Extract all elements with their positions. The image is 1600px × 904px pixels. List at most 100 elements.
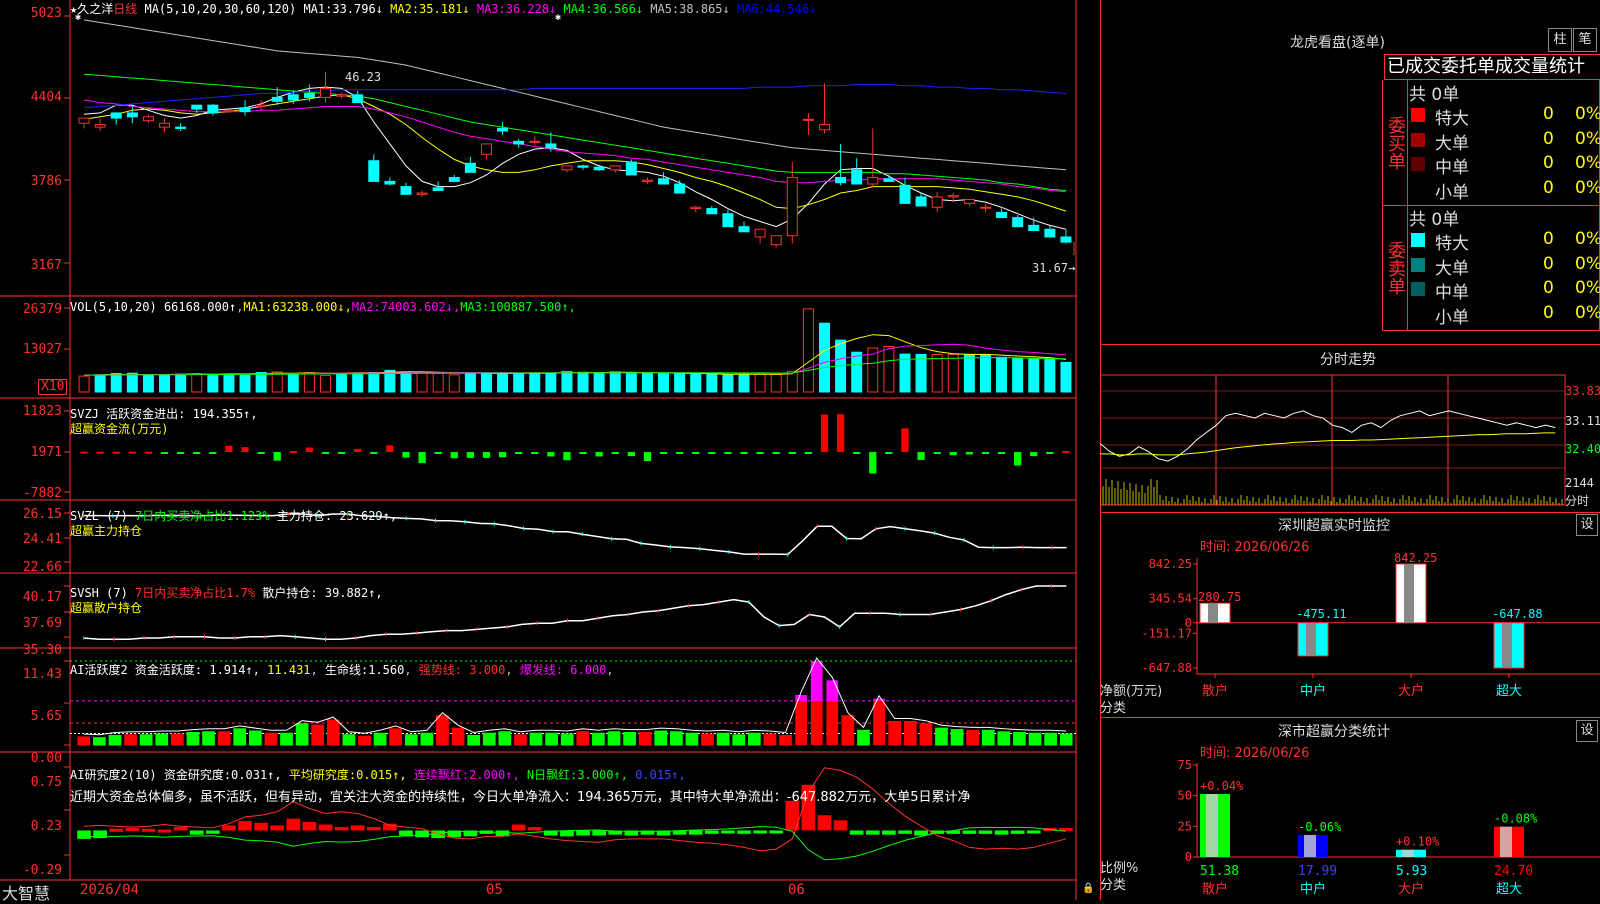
- activity-bar: [623, 732, 636, 746]
- fund-flow-bar: [209, 452, 217, 454]
- candle: [947, 195, 959, 198]
- ai-research-value: 3.000↑,: [577, 768, 628, 782]
- ai-active-title: AI活跃度2 资金活跃度:: [70, 663, 203, 677]
- candle: [432, 187, 444, 191]
- lock-icon[interactable]: 🔒: [1082, 883, 1094, 894]
- volume-bar: [979, 354, 991, 393]
- vol-tick: 13027: [22, 342, 62, 357]
- candle: [963, 199, 975, 204]
- volume-bar: [883, 345, 895, 393]
- order-pct: 0%: [1575, 229, 1600, 249]
- activity-bar: [171, 733, 184, 746]
- vol-unit-badge[interactable]: X10: [38, 379, 68, 395]
- life-value: 1.560: [368, 663, 405, 677]
- price-tick: 3786: [30, 174, 62, 189]
- activity-bar: [482, 732, 496, 746]
- candle: [674, 183, 686, 194]
- svzl-tick: 26.15: [22, 507, 62, 522]
- activity-bar: [576, 731, 590, 746]
- volume-bar: [819, 322, 830, 393]
- fund-flow-bar: [273, 452, 281, 461]
- volume-bar: [996, 356, 1008, 393]
- ma-label: MA4:: [556, 2, 593, 16]
- volume-bar: [336, 373, 348, 393]
- color-swatch: [1411, 282, 1425, 296]
- research-bar: [222, 825, 236, 831]
- order-count: 0: [1543, 278, 1554, 298]
- stats-y-tick: 0: [1185, 850, 1192, 864]
- activity-bar: [389, 728, 403, 746]
- low-annotation: 31.67→: [1032, 261, 1076, 275]
- sz-monitor-chart[interactable]: 842.25345.540-151.17-647.88280.75散户-475.…: [1100, 550, 1600, 720]
- net-amount-label: 842.25: [1394, 551, 1437, 565]
- dragon-tiger-subtitle: 已成交委托单成交量统计: [1384, 54, 1600, 80]
- volume-bar: [223, 373, 235, 393]
- activity-bar: [795, 700, 807, 745]
- high-annotation: 46.23: [345, 70, 382, 84]
- stock-title[interactable]: ★久之洋: [70, 2, 113, 16]
- sz-stats-chart[interactable]: 75 50 25 0 +0.04% 51.38 散户 -0.06% 17.99 中户 +0.10% 5…: [1100, 755, 1600, 900]
- fund-flow-bar: [1062, 451, 1070, 454]
- volume-bar: [625, 372, 637, 393]
- research-bar: [189, 830, 204, 835]
- share-value-label: 24.70: [1494, 864, 1533, 879]
- fund-flow-bar: [965, 452, 973, 455]
- share-value-label: 17.99: [1298, 864, 1337, 879]
- fund-flow-bar: [756, 452, 764, 454]
- activity-bar-burst: [826, 680, 839, 701]
- volume-bar: [674, 373, 686, 393]
- volume-bar: [207, 373, 219, 393]
- fund-flow-bar: [804, 452, 813, 454]
- intraday-vol-unit: 分时: [1565, 494, 1590, 508]
- candle: [979, 206, 991, 209]
- research-bar: [173, 827, 188, 831]
- buy-side-label: 委买单: [1383, 80, 1408, 205]
- column-view-button[interactable]: 柱: [1548, 28, 1572, 52]
- svzj-tick: 1971: [30, 445, 62, 460]
- candle: [159, 122, 171, 128]
- fund-flow-bar: [1030, 452, 1038, 457]
- price-tick: 4404: [30, 90, 62, 105]
- fund-flow-bar: [402, 452, 410, 458]
- volume-bar: [754, 373, 766, 393]
- svsh-ratio: 7日内买卖净占比1.7%: [135, 586, 256, 600]
- activity-bar: [747, 732, 761, 746]
- svsh-title: SVSH (7): [70, 586, 128, 600]
- activity-bar: [280, 732, 293, 746]
- candle: [641, 179, 653, 182]
- ma-label: MA2:: [382, 2, 420, 16]
- intraday-avg-line: [1100, 432, 1556, 456]
- note-view-button[interactable]: 笔: [1573, 28, 1597, 52]
- volume-bar: [1060, 361, 1072, 393]
- research-bar: [141, 828, 156, 832]
- research-bar: [833, 820, 848, 831]
- share-change-label: -0.08%: [1494, 812, 1538, 826]
- main-chart-area[interactable]: ✱ ✱: [0, 0, 1100, 900]
- order-row: 大单 0 0%: [1409, 129, 1600, 154]
- settings-button[interactable]: 设: [1576, 514, 1598, 536]
- order-row: 特大 0 0%: [1409, 229, 1600, 254]
- ai-active-tick: 11.43: [22, 667, 62, 682]
- research-bar: [721, 830, 735, 834]
- ai-research-label: 资金研究度:: [163, 768, 232, 782]
- fund-flow-bar: [177, 452, 185, 454]
- fund-flow-bar: [418, 452, 426, 464]
- intraday-chart[interactable]: [1100, 370, 1600, 510]
- period-label[interactable]: 日线: [113, 2, 137, 16]
- x-tick: 05: [486, 882, 503, 898]
- fund-flow-bar: [96, 451, 104, 454]
- candle: [883, 178, 895, 182]
- volume-bar: [497, 373, 509, 393]
- net-amount-label: -475.11: [1296, 607, 1347, 621]
- activity-bar: [950, 729, 964, 746]
- activity-bar: [763, 733, 777, 746]
- order-type: 小单: [1435, 307, 1469, 328]
- volume-bar: [110, 373, 122, 393]
- activity-bar: [498, 731, 512, 746]
- app-name: 大智慧: [2, 884, 51, 903]
- fund-flow-bar: [450, 452, 458, 459]
- volume-bar: [738, 373, 750, 393]
- svsh-value: 39.882↑,: [324, 586, 383, 600]
- settings-button[interactable]: 设: [1576, 720, 1598, 742]
- candle: [996, 211, 1008, 219]
